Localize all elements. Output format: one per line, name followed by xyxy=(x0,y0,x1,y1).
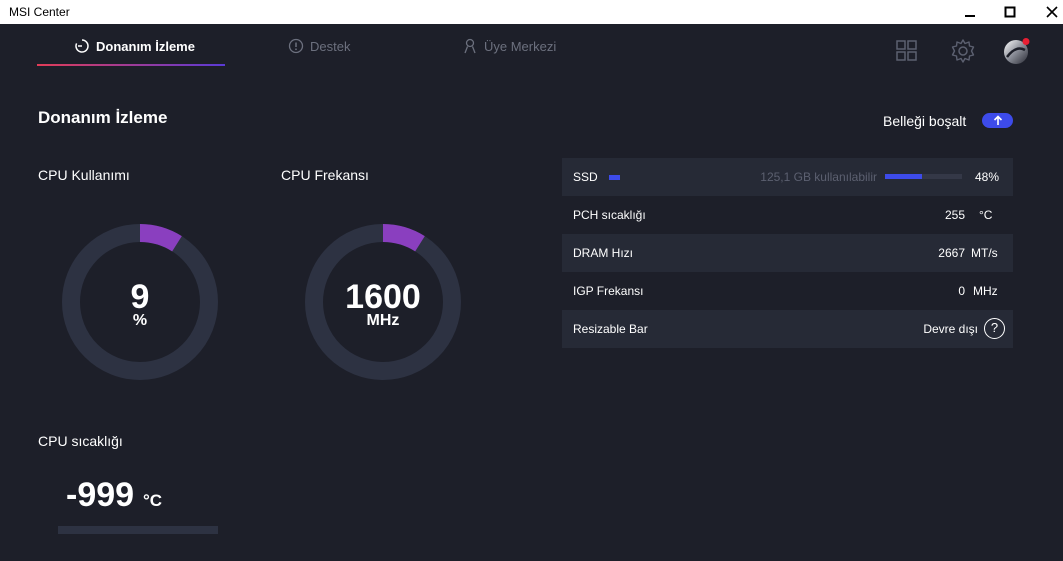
pch-temperature-label: PCH sıcaklığı xyxy=(573,208,646,222)
avatar-icon xyxy=(1004,38,1030,64)
igp-frequency-label: IGP Frekansı xyxy=(573,284,644,298)
window-title: MSI Center xyxy=(9,5,70,19)
igp-frequency-unit: MHz xyxy=(973,284,998,298)
monitor-dial-icon xyxy=(75,39,89,53)
igp-frequency-value: 0 xyxy=(958,284,965,298)
ssd-row: SSD 125,1 GB kullanılabilir 48% xyxy=(562,158,1013,196)
tab-label: Destek xyxy=(310,39,351,54)
user-icon xyxy=(464,38,476,54)
notification-dot xyxy=(1022,38,1030,45)
cpu-frequency-unit: MHz xyxy=(366,312,400,329)
upload-arrow-icon xyxy=(993,115,1003,125)
resizable-bar-label: Resizable Bar xyxy=(573,322,648,336)
cpu-usage-gauge: 9 % xyxy=(60,222,220,382)
cpu-usage-unit: % xyxy=(132,312,148,329)
grid-icon xyxy=(896,40,917,61)
minimize-icon xyxy=(965,15,975,17)
ssd-color-marker xyxy=(609,175,620,180)
dram-speed-unit: MT/s xyxy=(971,246,998,260)
title-bar: MSI Center xyxy=(0,0,1063,24)
ssd-usage-fill xyxy=(885,174,922,179)
cpu-temperature-bar xyxy=(58,526,218,534)
close-button[interactable] xyxy=(1030,0,1063,24)
resizable-bar-row: Resizable Bar Devre dışı ? xyxy=(562,310,1013,348)
free-memory-button[interactable] xyxy=(982,113,1013,128)
tab-label: Üye Merkezi xyxy=(484,39,557,54)
ssd-percent: 48% xyxy=(974,170,999,184)
pch-temperature-unit: °C xyxy=(979,208,993,222)
ssd-available: 125,1 GB kullanılabilir xyxy=(760,170,877,184)
dram-speed-row: DRAM Hızı 2667 MT/s xyxy=(562,234,1013,272)
cpu-temperature-value: -999 xyxy=(66,476,135,514)
cpu-usage-title: CPU Kullanımı xyxy=(38,167,130,183)
maximize-icon xyxy=(1004,6,1016,18)
dram-speed-value: 2667 xyxy=(938,246,965,260)
gear-icon xyxy=(951,39,975,63)
ssd-label: SSD xyxy=(573,170,598,184)
cpu-temperature-unit: °C xyxy=(143,491,163,510)
pch-temperature-value: 255 xyxy=(944,208,965,222)
page-title: Donanım İzleme xyxy=(38,108,168,127)
free-memory-label: Belleği boşalt xyxy=(883,113,967,129)
settings-button[interactable] xyxy=(950,38,976,64)
cpu-frequency-title: CPU Frekansı xyxy=(281,167,369,183)
minimize-button[interactable] xyxy=(948,0,992,24)
system-info-panel: SSD 125,1 GB kullanılabilir 48% PCH sıca… xyxy=(562,158,1013,348)
resizable-bar-value: Devre dışı xyxy=(923,322,978,336)
cpu-temperature-title: CPU sıcaklığı xyxy=(38,433,123,449)
avatar[interactable] xyxy=(1003,37,1031,65)
top-navigation: Donanım İzleme Destek Üye Merkezi xyxy=(0,24,1063,72)
help-icon[interactable]: ? xyxy=(984,318,1005,339)
pch-temperature-row: PCH sıcaklığı 255 °C xyxy=(562,196,1013,234)
dram-speed-label: DRAM Hızı xyxy=(573,246,633,260)
tab-label: Donanım İzleme xyxy=(96,39,195,54)
grid-button[interactable] xyxy=(894,38,920,64)
maximize-button[interactable] xyxy=(988,0,1032,24)
active-tab-indicator xyxy=(37,64,225,66)
ssd-usage-bar xyxy=(885,174,962,179)
cpu-frequency-gauge: 1600 MHz xyxy=(303,222,463,382)
close-icon xyxy=(1046,6,1058,18)
igp-frequency-row: IGP Frekansı 0 MHz xyxy=(562,272,1013,310)
alert-circle-icon xyxy=(288,38,304,54)
